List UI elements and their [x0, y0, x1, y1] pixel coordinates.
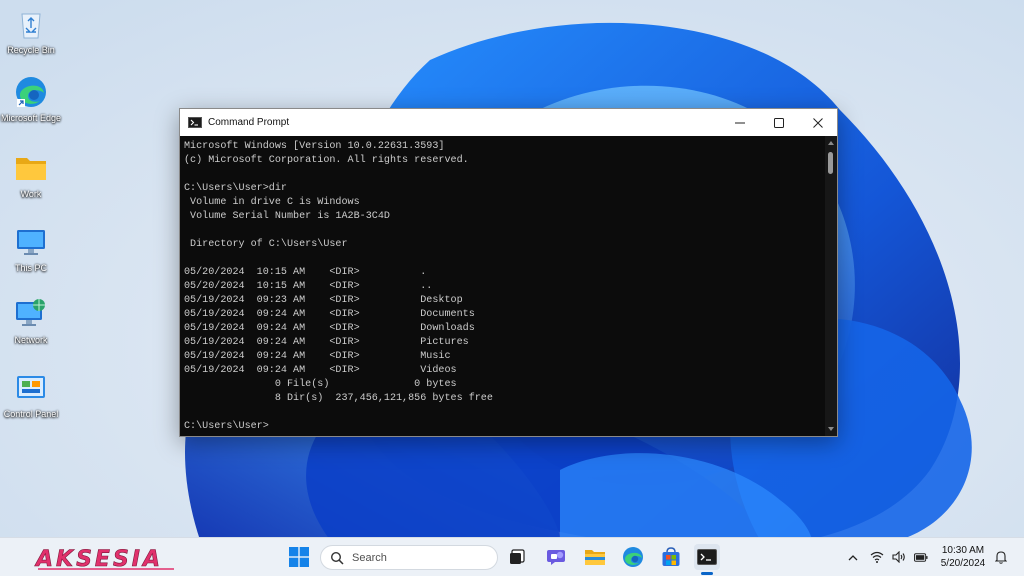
bell-icon [995, 551, 1007, 564]
chevron-up-icon [848, 554, 858, 560]
chevron-up-icon [828, 141, 834, 145]
taskbar-search[interactable]: Search [320, 545, 498, 570]
desktop-icon-label: Recycle Bin [7, 45, 55, 55]
scrollbar-thumb[interactable] [828, 152, 833, 174]
desktop-icon-recycle-bin[interactable]: Recycle Bin [0, 6, 62, 55]
terminal-line: Directory of C:\Users\User [184, 239, 348, 250]
search-placeholder: Search [352, 551, 387, 564]
desktop-icon-label: Microsoft Edge [0, 113, 62, 123]
active-app-indicator [701, 572, 713, 575]
terminal-line: 05/19/2024 09:24 AM <DIR> Downloads [184, 323, 475, 334]
desktop-icon-label: This PC [14, 263, 47, 273]
terminal-output[interactable]: Microsoft Windows [Version 10.0.22631.35… [180, 136, 825, 436]
store-icon [662, 547, 680, 566]
windows-start-icon [289, 547, 309, 567]
control-panel-icon [13, 370, 49, 406]
desktop-icon-work[interactable]: Work [0, 150, 62, 199]
terminal-line: 05/20/2024 10:15 AM <DIR> . [184, 267, 427, 278]
close-button[interactable] [798, 109, 837, 136]
vertical-scrollbar[interactable] [825, 136, 837, 436]
terminal-line: Volume in drive C is Windows [184, 197, 360, 208]
terminal-line: (c) Microsoft Corporation. All rights re… [184, 155, 469, 166]
show-hidden-icons-button[interactable] [846, 550, 860, 564]
terminal-line: Microsoft Windows [Version 10.0.22631.35… [184, 141, 445, 152]
wifi-icon [870, 551, 884, 563]
edge-icon [13, 74, 49, 110]
terminal-line: Volume Serial Number is 1A2B-3C4D [184, 211, 390, 222]
desktop-icon-label: Work [20, 189, 42, 199]
battery-button[interactable] [914, 550, 928, 564]
battery-icon [914, 552, 928, 562]
chevron-down-icon [828, 427, 834, 431]
volume-button[interactable] [892, 550, 906, 564]
clock-date: 5/20/2024 [940, 558, 986, 569]
terminal-line: 05/19/2024 09:24 AM <DIR> Documents [184, 309, 475, 320]
command-prompt-window[interactable]: Command Prompt Microsoft Windows [Versio… [179, 108, 838, 437]
edge-icon [623, 547, 643, 567]
minimize-icon [734, 122, 745, 123]
start-button[interactable] [286, 544, 312, 570]
network-icon [13, 296, 49, 332]
window-title: Command Prompt [208, 117, 290, 128]
teams-chat-icon [547, 550, 565, 565]
minimize-button[interactable] [720, 109, 759, 136]
terminal-line: 05/20/2024 10:15 AM <DIR> .. [184, 281, 433, 292]
command-prompt-taskbar-button[interactable] [694, 544, 720, 570]
taskbar: AKSESIA Search 10:30 AM 5/20/2024 [0, 537, 1024, 576]
terminal-icon [697, 549, 717, 565]
taskbar-clock[interactable]: 10:30 AM 5/20/2024 [934, 544, 992, 570]
volume-icon [892, 551, 905, 563]
monitor-icon [13, 224, 49, 260]
svg-text:AKSESIA: AKSESIA [34, 547, 163, 572]
desktop-icon-label: Control Panel [3, 409, 59, 419]
notifications-button[interactable] [994, 550, 1008, 564]
chat-button[interactable] [544, 544, 570, 570]
close-icon [812, 117, 823, 128]
edge-button[interactable] [620, 544, 646, 570]
desktop-icon-label: Network [14, 335, 48, 345]
desktop-icon-control-panel[interactable]: Control Panel [0, 370, 62, 419]
terminal-line: 05/19/2024 09:24 AM <DIR> Pictures [184, 337, 469, 348]
file-explorer-button[interactable] [582, 544, 608, 570]
recycle-bin-icon [13, 6, 49, 42]
task-view-button[interactable] [504, 544, 530, 570]
network-status-button[interactable] [870, 550, 884, 564]
maximize-icon [773, 117, 784, 128]
terminal-line: 0 File(s) 0 bytes [184, 379, 457, 390]
terminal-line: 05/19/2024 09:23 AM <DIR> Desktop [184, 295, 463, 306]
search-icon [330, 551, 344, 565]
file-explorer-icon [585, 550, 605, 565]
cmd-icon [188, 117, 202, 128]
terminal-line: 05/19/2024 09:24 AM <DIR> Videos [184, 365, 457, 376]
brand-logo: AKSESIA [34, 547, 174, 572]
desktop-icon-edge[interactable]: Microsoft Edge [0, 74, 62, 123]
desktop-icon-this-pc[interactable]: This PC [0, 224, 62, 273]
folder-icon [13, 150, 49, 186]
store-button[interactable] [658, 544, 684, 570]
window-titlebar[interactable]: Command Prompt [180, 109, 837, 136]
terminal-line: 05/19/2024 09:24 AM <DIR> Music [184, 351, 451, 362]
terminal-line: C:\Users\User>dir [184, 183, 287, 194]
maximize-button[interactable] [759, 109, 798, 136]
clock-time: 10:30 AM [941, 545, 985, 556]
scroll-up-button[interactable] [825, 138, 837, 148]
scroll-down-button[interactable] [825, 424, 837, 434]
task-view-icon [510, 549, 525, 564]
terminal-prompt[interactable]: C:\Users\User> [184, 420, 825, 434]
desktop-icon-network[interactable]: Network [0, 296, 62, 345]
terminal-line: 8 Dir(s) 237,456,121,856 bytes free [184, 393, 493, 404]
